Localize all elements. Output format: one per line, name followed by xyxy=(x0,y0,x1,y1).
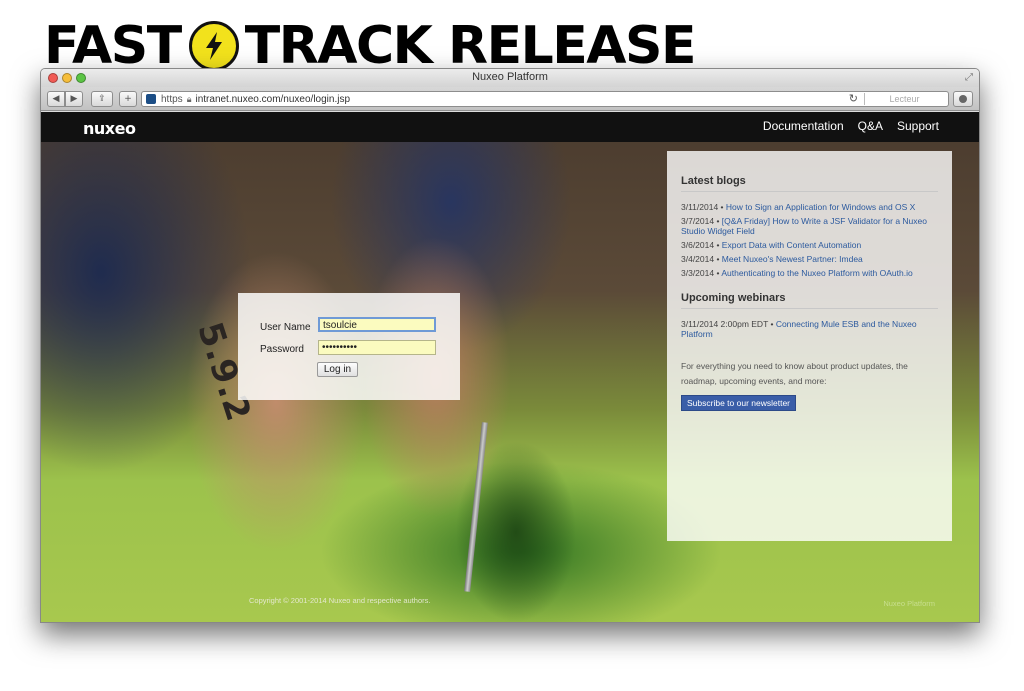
blog-item: 3/4/2014 • Meet Nuxeo's Newest Partner: … xyxy=(681,254,863,264)
downloads-button[interactable] xyxy=(953,91,973,107)
forward-button[interactable]: ▶ xyxy=(65,91,83,107)
nav-link-qa[interactable]: Q&A xyxy=(858,119,883,133)
username-input[interactable]: tsoulcie xyxy=(318,317,436,332)
blog-item: 3/11/2014 • How to Sign an Application f… xyxy=(681,202,916,212)
blog-link[interactable]: How to Sign an Application for Windows a… xyxy=(726,202,915,212)
blog-item: 3/3/2014 • Authenticating to the Nuxeo P… xyxy=(681,268,913,278)
back-button[interactable]: ◀ xyxy=(47,91,65,107)
reload-icon[interactable]: ↻ xyxy=(849,92,858,105)
login-page: nuxeo Documentation Q&A Support 5.9.2 Us… xyxy=(41,112,979,622)
blog-link[interactable]: Authenticating to the Nuxeo Platform wit… xyxy=(721,268,912,278)
news-sidebar: Latest blogs 3/11/2014 • How to Sign an … xyxy=(667,151,952,541)
forward-arrow-icon: ▶ xyxy=(70,94,78,104)
upcoming-webinars-heading: Upcoming webinars xyxy=(681,292,938,309)
back-arrow-icon: ◀ xyxy=(52,94,60,104)
blog-list: 3/11/2014 • How to Sign an Application f… xyxy=(681,202,938,278)
nav-link-support[interactable]: Support xyxy=(897,119,939,133)
lightning-bolt-icon xyxy=(188,21,239,71)
webinar-date: 3/11/2014 2:00pm EDT xyxy=(681,319,769,329)
blog-item: 3/7/2014 • [Q&A Friday] How to Write a J… xyxy=(681,216,927,236)
nav-link-documentation[interactable]: Documentation xyxy=(763,119,844,133)
share-button[interactable]: ⇪ xyxy=(91,91,113,107)
blog-date: 3/6/2014 xyxy=(681,240,715,250)
blog-date: 3/3/2014 xyxy=(681,268,715,278)
latest-blogs-heading: Latest blogs xyxy=(681,175,938,192)
lightning-bolt-glyph xyxy=(205,32,222,60)
blog-link[interactable]: Export Data with Content Automation xyxy=(722,240,861,250)
fullscreen-icon[interactable]: ⤢ xyxy=(965,72,973,83)
share-icon: ⇪ xyxy=(98,94,106,104)
blog-link[interactable]: Meet Nuxeo's Newest Partner: Imdea xyxy=(722,254,863,264)
username-label: User Name xyxy=(260,322,311,333)
blog-link[interactable]: [Q&A Friday] How to Write a JSF Validato… xyxy=(681,216,927,236)
knife-blade xyxy=(464,422,488,592)
window-title: Nuxeo Platform xyxy=(472,71,548,83)
downloads-icon xyxy=(959,95,967,103)
nuxeo-logo[interactable]: nuxeo xyxy=(83,119,136,138)
webinar-item: 3/11/2014 2:00pm EDT • Connecting Mule E… xyxy=(681,319,917,339)
site-favicon-icon xyxy=(146,94,156,104)
url-scheme: https xyxy=(161,93,183,105)
password-input[interactable]: •••••••••• xyxy=(318,340,436,355)
url-text: intranet.nuxeo.com/nuxeo/login.jsp xyxy=(195,93,351,105)
login-button[interactable]: Log in xyxy=(317,362,358,377)
site-header: nuxeo Documentation Q&A Support xyxy=(41,112,979,142)
banner-word-fast: FAST xyxy=(44,16,182,76)
reader-button[interactable]: Lecteur xyxy=(864,93,944,105)
blog-item: 3/6/2014 • Export Data with Content Auto… xyxy=(681,240,862,250)
password-label: Password xyxy=(260,344,304,355)
browser-toolbar: ◀ ▶ ⇪ + https 🔒︎ intranet.nuxeo.com/nuxe… xyxy=(41,87,979,111)
header-nav: Documentation Q&A Support xyxy=(763,119,939,133)
blog-date: 3/11/2014 xyxy=(681,202,719,212)
new-tab-button[interactable]: + xyxy=(119,91,137,107)
version-text: Nuxeo Platform xyxy=(883,599,935,608)
copyright-text: Copyright © 2001-2014 Nuxeo and respecti… xyxy=(249,596,431,605)
blog-date: 3/4/2014 xyxy=(681,254,715,264)
banner-word-track-release: TRACK RELEASE xyxy=(244,16,697,76)
blog-date: 3/7/2014 xyxy=(681,216,715,226)
browser-window: Nuxeo Platform ⤢ ◀ ▶ ⇪ + https 🔒︎ intran… xyxy=(40,68,980,623)
plus-icon: + xyxy=(124,94,132,104)
address-bar[interactable]: https 🔒︎ intranet.nuxeo.com/nuxeo/login.… xyxy=(141,91,949,107)
lock-icon: 🔒︎ xyxy=(186,93,192,104)
login-form: User Name tsoulcie Password •••••••••• L… xyxy=(238,293,460,400)
subscribe-newsletter-button[interactable]: Subscribe to our newsletter xyxy=(681,395,796,411)
window-titlebar: Nuxeo Platform ⤢ xyxy=(41,69,979,87)
newsletter-promo-text: For everything you need to know about pr… xyxy=(681,361,908,386)
